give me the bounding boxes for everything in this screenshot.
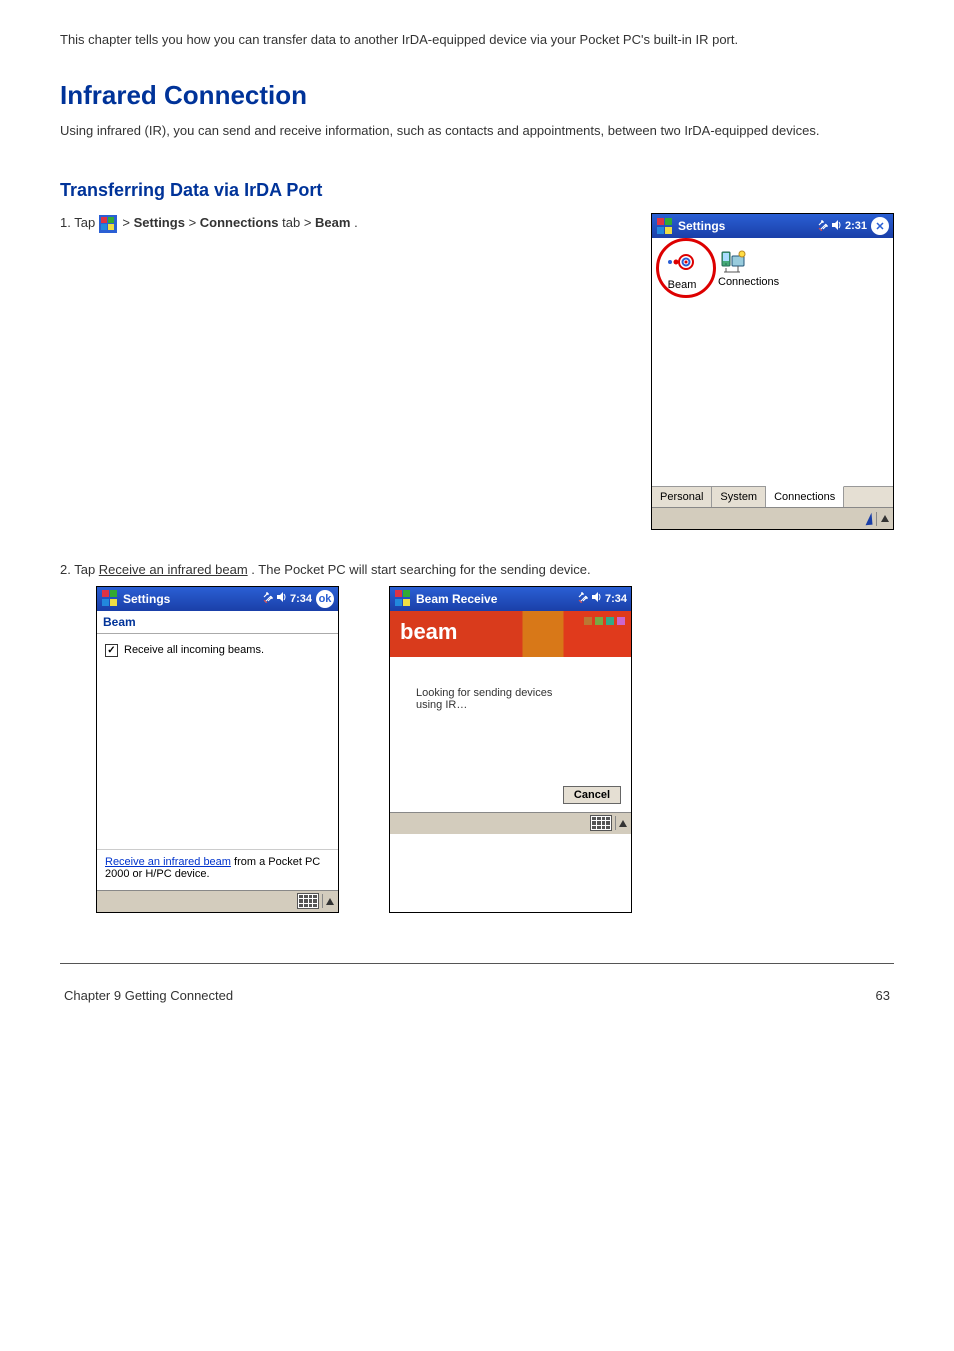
step1-settings: Settings <box>134 215 185 230</box>
step1-prefix: 1. Tap <box>60 215 99 230</box>
beam-status-text: Looking for sending devices using IR… <box>406 687 586 711</box>
status-icons: 7:34 <box>577 591 627 606</box>
step-1: 1. Tap > Settings > Connections tab > Be… <box>60 213 621 233</box>
footer-page: 63 <box>876 988 890 1003</box>
subsection-heading-transfer: Transferring Data via IrDA Port <box>60 180 894 201</box>
clock-text: 7:34 <box>290 593 312 605</box>
beam-banner: beam <box>390 611 631 657</box>
start-flag-icon[interactable] <box>656 217 674 235</box>
tab-system[interactable]: System <box>712 487 766 507</box>
speaker-icon <box>277 591 287 606</box>
decor-squares <box>584 617 625 625</box>
footer: Chapter 9 Getting Connected 63 <box>60 970 894 1003</box>
titlebar: Beam Receive 7:34 <box>390 587 631 611</box>
step1-connections: Connections <box>200 215 279 230</box>
input-arrow-icon[interactable] <box>881 515 889 522</box>
checkbox-label: Receive all incoming beams. <box>124 644 264 656</box>
connections-icon <box>718 248 750 276</box>
link-area: Receive an infrared beam from a Pocket P… <box>97 849 338 890</box>
screenshot-beam-settings: Settings 7:34 ok Beam ✓ Receive all inco… <box>96 586 339 913</box>
footer-chapter: Chapter 9 Getting Connected <box>64 988 233 1003</box>
status-icons: 7:34 <box>262 591 312 606</box>
connectivity-icon <box>262 591 274 606</box>
tab-personal[interactable]: Personal <box>652 487 712 507</box>
window-title: Settings <box>123 592 262 606</box>
step1-beam: Beam <box>315 215 350 230</box>
window-title: Settings <box>678 219 817 233</box>
intro-text: This chapter tells you how you can trans… <box>60 30 894 50</box>
speaker-icon <box>832 219 842 234</box>
connectivity-icon <box>817 219 829 234</box>
section-heading-infrared: Infrared Connection <box>60 80 894 111</box>
beam-banner-text: beam <box>400 619 457 644</box>
keyboard-icon[interactable] <box>590 815 612 831</box>
tab-connections[interactable]: Connections <box>766 486 844 507</box>
receive-beams-checkbox-row[interactable]: ✓ Receive all incoming beams. <box>97 634 338 667</box>
step2-end: . The Pocket PC will start searching for… <box>251 562 590 577</box>
keyboard-icon[interactable] <box>297 893 319 909</box>
bottom-toolbar <box>97 890 338 912</box>
input-arrow-icon[interactable] <box>619 820 627 827</box>
bottom-toolbar <box>652 507 893 529</box>
status-icons: 2:31 <box>817 219 867 234</box>
connectivity-icon <box>577 591 589 606</box>
clock-text: 2:31 <box>845 220 867 232</box>
beam-label: Beam <box>668 279 697 291</box>
connections-label: Connections <box>718 276 779 288</box>
titlebar: Settings 7:34 ok <box>97 587 338 611</box>
footer-divider <box>60 963 894 964</box>
step2-prefix: 2. Tap <box>60 562 99 577</box>
step1-sep: > <box>189 215 200 230</box>
input-arrow-icon[interactable] <box>326 898 334 905</box>
step1-end: . <box>354 215 358 230</box>
start-flag-icon[interactable] <box>101 590 119 608</box>
checkbox-checked-icon[interactable]: ✓ <box>105 644 118 657</box>
beam-body: Looking for sending devices using IR… Ca… <box>390 657 631 812</box>
screen-subheader: Beam <box>97 611 338 634</box>
cancel-button[interactable]: Cancel <box>563 786 621 804</box>
close-button[interactable]: ✕ <box>871 217 889 235</box>
bottom-toolbar <box>390 812 631 834</box>
beam-settings-icon[interactable]: Beam <box>666 248 698 291</box>
start-flag-icon[interactable] <box>394 590 412 608</box>
speaker-icon <box>592 591 602 606</box>
receive-infrared-link[interactable]: Receive an infrared beam <box>105 856 231 868</box>
screenshot-settings-connections: Settings 2:31 ✕ Beam <box>651 213 894 530</box>
step1-tab: tab > <box>282 215 315 230</box>
section-text: Using infrared (IR), you can send and re… <box>60 121 894 141</box>
ok-button[interactable]: ok <box>316 590 334 608</box>
settings-tabs: Personal System Connections <box>652 486 893 507</box>
step-2: 2. Tap Receive an infrared beam . The Po… <box>60 560 894 580</box>
window-title: Beam Receive <box>416 592 577 606</box>
beam-icon <box>666 248 698 276</box>
step1-mid: > <box>122 215 133 230</box>
screenshot-beam-receive: Beam Receive 7:34 beam Looking for sendi… <box>389 586 632 913</box>
connections-settings-icon[interactable]: Connections <box>718 248 779 291</box>
input-pen-icon[interactable] <box>864 512 872 525</box>
clock-text: 7:34 <box>605 593 627 605</box>
step2-link-text: Receive an infrared beam <box>99 562 248 577</box>
windows-flag-icon <box>99 215 119 233</box>
titlebar: Settings 2:31 ✕ <box>652 214 893 238</box>
